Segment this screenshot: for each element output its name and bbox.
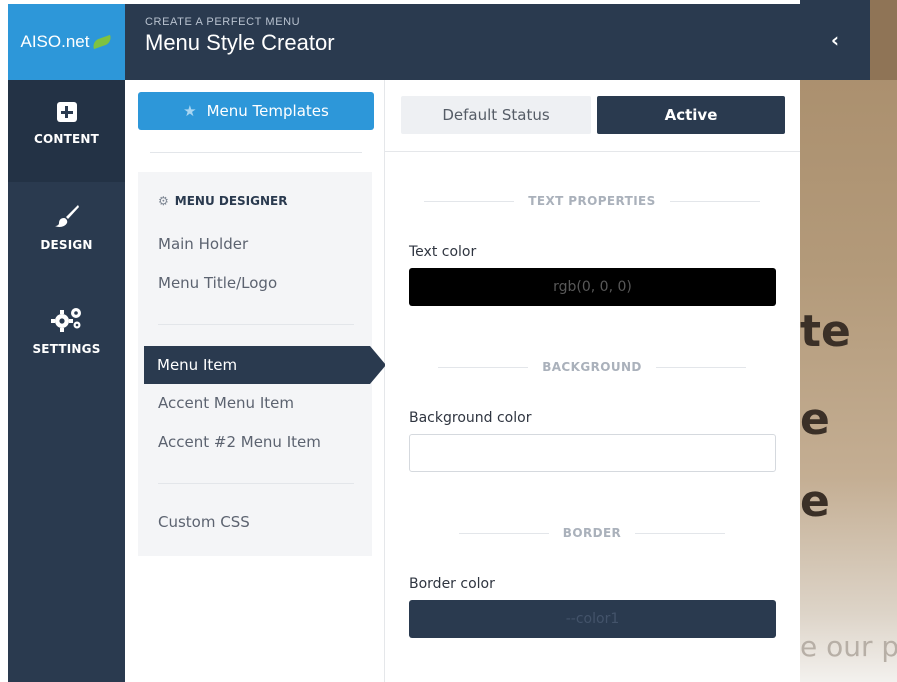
rail-item-label: SETTINGS bbox=[32, 342, 101, 356]
rail-item-label: CONTENT bbox=[33, 132, 100, 146]
tab-active[interactable]: Active bbox=[597, 96, 785, 134]
brand-logo[interactable]: AISO.net bbox=[8, 4, 125, 80]
background-color-label: Background color bbox=[409, 410, 532, 426]
border-color-label: Border color bbox=[409, 576, 495, 592]
rail-item-content[interactable]: CONTENT bbox=[8, 80, 125, 182]
page-title: Menu Style Creator bbox=[145, 30, 335, 55]
chevron-left-icon: ‹ bbox=[830, 28, 840, 52]
background-heading-fragment: e bbox=[800, 476, 830, 527]
rail-item-design[interactable]: DESIGN bbox=[8, 182, 125, 284]
section-title-text-properties: TEXT PROPERTIES bbox=[409, 194, 775, 208]
gears-icon bbox=[50, 308, 81, 332]
collapse-panel-button[interactable]: ‹ bbox=[800, 0, 870, 80]
text-color-field[interactable]: rgb(0, 0, 0) bbox=[409, 268, 776, 306]
menu-designer-title: MENU DESIGNER bbox=[174, 194, 288, 208]
designer-item-accent-menu-item[interactable]: Accent Menu Item bbox=[158, 394, 294, 412]
menu-designer-heading: ⚙ MENU DESIGNER bbox=[158, 194, 287, 208]
brush-icon bbox=[54, 205, 79, 227]
status-tabs: Default Status Active bbox=[385, 80, 800, 152]
background-body-fragment: e our p bbox=[800, 630, 897, 663]
designer-item-menu-item[interactable]: Menu Item bbox=[144, 346, 386, 384]
rail-item-label: DESIGN bbox=[40, 238, 93, 252]
designer-panel: ★ Menu Templates ⚙ MENU DESIGNER Main Hol… bbox=[125, 80, 386, 682]
background-color-field[interactable] bbox=[409, 434, 776, 472]
background-page: ‹ te e e e our p bbox=[800, 0, 897, 682]
header-subtitle: CREATE A PERFECT MENU bbox=[145, 16, 301, 28]
designer-item-accent-2-menu-item[interactable]: Accent #2 Menu Item bbox=[158, 433, 321, 451]
menu-templates-button[interactable]: ★ Menu Templates bbox=[138, 92, 374, 130]
border-color-field[interactable]: --color1 bbox=[409, 600, 776, 638]
plus-square-icon bbox=[56, 102, 77, 122]
divider bbox=[158, 483, 354, 484]
section-title-background: BACKGROUND bbox=[409, 360, 775, 374]
leaf-icon bbox=[91, 34, 114, 50]
tab-default-status[interactable]: Default Status bbox=[401, 96, 591, 134]
section-title-border: BORDER bbox=[409, 526, 775, 540]
section-title-label: BORDER bbox=[562, 526, 622, 540]
designer-item-menu-title-logo[interactable]: Menu Title/Logo bbox=[158, 274, 277, 292]
divider bbox=[150, 152, 362, 153]
properties-panel: Default Status Active TEXT PROPERTIES Te… bbox=[385, 80, 800, 682]
menu-templates-label: Menu Templates bbox=[206, 102, 329, 120]
app-header: CREATE A PERFECT MENU Menu Style Creator bbox=[125, 4, 800, 80]
gear-icon: ⚙ bbox=[158, 194, 169, 208]
section-title-label: TEXT PROPERTIES bbox=[528, 194, 656, 208]
rail-item-settings[interactable]: SETTINGS bbox=[8, 284, 125, 386]
designer-item-custom-css[interactable]: Custom CSS bbox=[158, 513, 250, 531]
section-title-label: BACKGROUND bbox=[542, 360, 642, 374]
background-heading-fragment: e bbox=[800, 394, 830, 445]
designer-item-main-holder[interactable]: Main Holder bbox=[158, 235, 248, 253]
text-color-label: Text color bbox=[409, 244, 477, 260]
icon-rail: CONTENT DESIGN SETTINGS bbox=[8, 80, 125, 682]
background-heading-fragment: te bbox=[800, 306, 851, 357]
star-icon: ★ bbox=[183, 102, 197, 120]
divider bbox=[158, 324, 354, 325]
brand-text: AISO.net bbox=[20, 32, 90, 51]
